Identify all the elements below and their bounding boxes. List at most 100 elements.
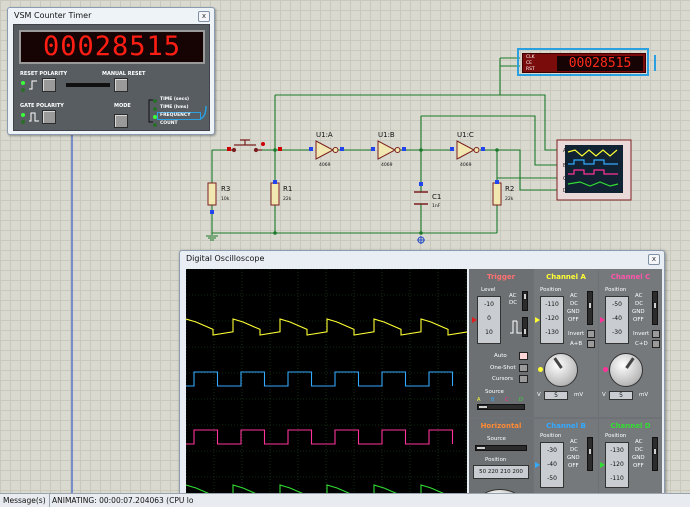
trigger-level-tick-top: -10 xyxy=(484,301,494,308)
channel-b-position-label: Position xyxy=(540,433,562,439)
svg-text:1nF: 1nF xyxy=(432,203,441,209)
mode-time-secs[interactable]: TIME (secs) xyxy=(160,97,189,102)
channel-a-sum-button[interactable] xyxy=(587,340,595,348)
mode-frequency[interactable]: FREQUENCY xyxy=(160,113,191,118)
trigger-dc-label: DC xyxy=(509,300,518,306)
horizontal-pos-1: 220 xyxy=(487,469,499,475)
gate-polarity-button[interactable] xyxy=(42,110,56,124)
svg-text:C1: C1 xyxy=(432,193,441,201)
channel-d-pos-mid: -120 xyxy=(610,461,624,468)
channel-c-volts-knob[interactable] xyxy=(609,353,643,387)
trigger-source-label: Source xyxy=(485,389,504,395)
channel-a-pos-bottom: -130 xyxy=(545,329,559,336)
scope-trace-channel-c xyxy=(186,429,454,445)
pin-clk-label: CLK xyxy=(526,55,535,60)
channel-a-position-stepper[interactable]: -110 -120 -130 xyxy=(540,296,564,344)
trigger-source-channel-labels: A B C D xyxy=(477,397,525,403)
counter-timer-close-button[interactable]: x xyxy=(198,11,210,22)
trigger-auto-button[interactable] xyxy=(519,352,528,360)
trigger-level-label: Level xyxy=(481,287,496,293)
channel-c-gnd: GND xyxy=(632,309,645,315)
horizontal-source-slider[interactable] xyxy=(475,445,527,451)
channel-b-marker-icon xyxy=(535,462,540,468)
schematic-counter-display: 00028515 xyxy=(557,56,643,71)
scope-symbol: A B C D xyxy=(556,139,632,201)
trigger-coupling-switch[interactable] xyxy=(522,291,528,311)
svg-text:D: D xyxy=(563,188,567,194)
svg-text:U1:A: U1:A xyxy=(316,131,333,139)
reset-polarity-led-high xyxy=(21,81,25,85)
channel-c-volts-field[interactable]: 5 xyxy=(609,391,633,400)
trigger-source-slider[interactable] xyxy=(477,404,525,410)
trigger-one-shot-label: One-Shot xyxy=(490,365,516,371)
selection-handle[interactable] xyxy=(654,55,656,71)
channel-c-volts-unit: mV xyxy=(639,392,649,398)
channel-a-position-label: Position xyxy=(540,287,562,293)
channel-a-dc: DC xyxy=(570,301,579,307)
horizontal-pos-2: 210 xyxy=(500,469,511,475)
oscilloscope-control-panel: Trigger Level -10 0 10 AC DC Auto One-Sh… xyxy=(469,269,662,507)
channel-a-invert-button[interactable] xyxy=(587,330,595,338)
scope-trace-channel-a xyxy=(185,318,469,336)
trigger-one-shot-button[interactable] xyxy=(519,364,528,372)
trigger-cursors-button[interactable] xyxy=(519,375,528,383)
channel-d-position-stepper[interactable]: -130 -120 -110 xyxy=(605,442,629,488)
mode-button[interactable] xyxy=(114,114,128,128)
channel-d-coupling-switch[interactable] xyxy=(652,437,658,471)
horizontal-title: Horizontal xyxy=(480,422,522,430)
trigger-edge-switch[interactable] xyxy=(522,317,528,337)
svg-text:4069: 4069 xyxy=(460,162,472,168)
channel-d-position-label: Position xyxy=(605,433,627,439)
channel-c-pos-bottom: -30 xyxy=(612,329,622,336)
resistor-r2 xyxy=(492,182,502,206)
channel-c-coupling-switch[interactable] xyxy=(652,291,658,325)
counter-timer-window[interactable]: VSM Counter Timer x 00028515 RESET POLAR… xyxy=(7,7,215,135)
horizontal-position-label: Position xyxy=(485,457,507,463)
oscilloscope-window[interactable]: Digital Oscilloscope x Trigger Level -10… xyxy=(179,250,665,507)
oscilloscope-screen[interactable] xyxy=(185,268,469,507)
channel-c-position-stepper[interactable]: -50 -40 -30 xyxy=(605,296,629,344)
mode-time-hms[interactable]: TIME (hms) xyxy=(160,105,189,110)
channel-b-pos-top: -30 xyxy=(547,447,557,454)
inverter-u1c xyxy=(456,140,476,160)
trigger-section: Trigger Level -10 0 10 AC DC Auto One-Sh… xyxy=(469,269,533,417)
channel-a-pos-top: -110 xyxy=(545,301,559,308)
messages-tab[interactable]: Message(s) xyxy=(0,494,50,507)
channel-c-ac: AC xyxy=(635,293,643,299)
oscilloscope-close-button[interactable]: x xyxy=(648,254,660,265)
channel-a-coupling-switch[interactable] xyxy=(587,291,593,325)
channel-b-position-stepper[interactable]: -30 -40 -50 xyxy=(540,442,564,488)
counter-divider-bar xyxy=(66,83,110,87)
channel-c-sum-label: C+D xyxy=(635,341,648,347)
channel-d-title: Channel D xyxy=(610,422,651,430)
mode-count[interactable]: COUNT xyxy=(160,121,178,126)
reset-polarity-button[interactable] xyxy=(42,78,56,92)
svg-text:U1:C: U1:C xyxy=(457,131,474,139)
oscilloscope-title: Digital Oscilloscope xyxy=(186,254,265,263)
channel-c-invert-label: Invert xyxy=(633,331,650,337)
trigger-level-tick-bottom: 10 xyxy=(485,329,493,336)
channel-b-coupling-switch[interactable] xyxy=(587,437,593,471)
channel-a-volts-field[interactable]: 5 xyxy=(544,391,568,400)
channel-a-volts-knob[interactable] xyxy=(544,353,578,387)
horizontal-position-stepper[interactable]: 50 220 210 200 xyxy=(473,465,529,479)
edge-select-icon[interactable] xyxy=(509,319,523,335)
status-bar: Message(s) ANIMATING: 00:00:07.204063 (C… xyxy=(0,493,690,507)
trigger-ac-label: AC xyxy=(509,293,517,299)
svg-text:R3: R3 xyxy=(221,185,230,193)
resistor-r1 xyxy=(270,182,280,206)
svg-text:4069: 4069 xyxy=(319,162,331,168)
animation-status: ANIMATING: 00:00:07.204063 (CPU lo xyxy=(52,496,194,505)
push-button-switch xyxy=(230,139,262,153)
manual-reset-button[interactable] xyxy=(114,78,128,92)
trigger-level-stepper[interactable]: -10 0 10 xyxy=(477,296,501,344)
channel-c-invert-button[interactable] xyxy=(652,330,660,338)
trigger-source-b: B xyxy=(491,397,495,403)
counter-timer-display: 00028515 xyxy=(19,30,205,64)
svg-text:R2: R2 xyxy=(505,185,514,193)
channel-b-pos-mid: -40 xyxy=(547,461,557,468)
channel-c-sum-button[interactable] xyxy=(652,340,660,348)
schematic-counter-timer[interactable]: CLK CE RST 00028515 xyxy=(517,48,649,76)
probe-marker-icon xyxy=(417,236,425,244)
channel-b-off: OFF xyxy=(568,463,579,469)
